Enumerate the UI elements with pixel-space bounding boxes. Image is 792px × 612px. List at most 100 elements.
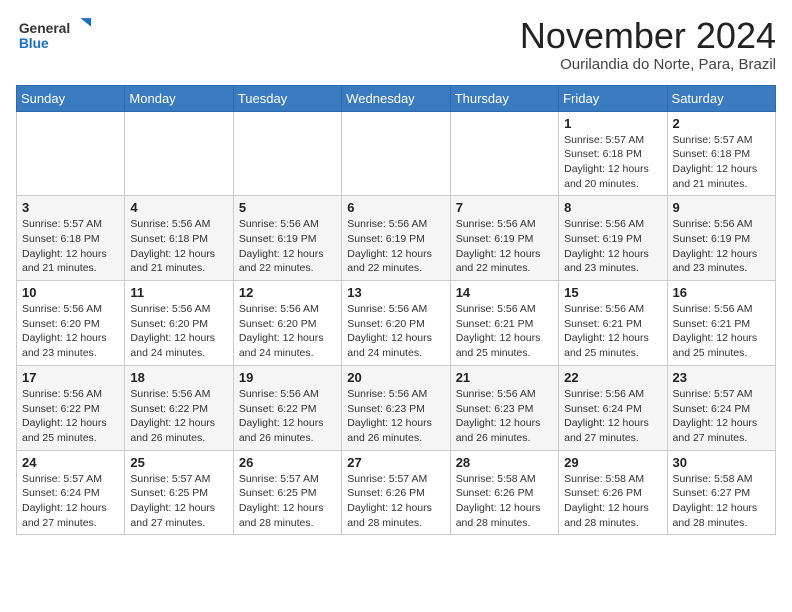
weekday-header: Tuesday — [233, 85, 341, 111]
page-header: General Blue November 2024 Ourilandia do… — [16, 16, 776, 73]
calendar-week-row: 3Sunrise: 5:57 AM Sunset: 6:18 PM Daylig… — [17, 196, 776, 281]
calendar-cell — [233, 111, 341, 196]
location: Ourilandia do Norte, Para, Brazil — [520, 56, 776, 73]
calendar-cell: 14 Sunrise: 5:56 AM Sunset: 6:21 PM Dayli… — [450, 281, 558, 366]
day-info: Sunrise: 5:58 AM Sunset: 6:26 PM Dayligh… — [456, 472, 553, 531]
calendar-cell — [17, 111, 125, 196]
day-info: Sunrise: 5:57 AM Sunset: 6:24 PM Dayligh… — [673, 387, 770, 446]
day-number: 29 — [564, 455, 661, 470]
day-number: 2 — [673, 116, 770, 131]
logo-icon: General Blue — [16, 16, 96, 50]
day-number: 28 — [456, 455, 553, 470]
day-number: 16 — [673, 285, 770, 300]
month-title: November 2024 — [520, 16, 776, 56]
day-number: 26 — [239, 455, 336, 470]
calendar: SundayMondayTuesdayWednesdayThursdayFrid… — [16, 85, 776, 536]
calendar-cell: 10 Sunrise: 5:56 AM Sunset: 6:20 PM Dayli… — [17, 281, 125, 366]
title-block: November 2024 Ourilandia do Norte, Para,… — [520, 16, 776, 73]
day-number: 12 — [239, 285, 336, 300]
day-info: Sunrise: 5:57 AM Sunset: 6:25 PM Dayligh… — [239, 472, 336, 531]
calendar-cell: 12 Sunrise: 5:56 AM Sunset: 6:20 PM Dayli… — [233, 281, 341, 366]
calendar-cell: 27Sunrise: 5:57 AM Sunset: 6:26 PM Dayli… — [342, 450, 450, 535]
weekday-header: Friday — [559, 85, 667, 111]
day-number: 20 — [347, 370, 444, 385]
weekday-header: Saturday — [667, 85, 775, 111]
day-number: 8 — [564, 200, 661, 215]
calendar-cell: 15 Sunrise: 5:56 AM Sunset: 6:21 PM Dayli… — [559, 281, 667, 366]
day-info: Sunrise: 5:56 AM Sunset: 6:24 PM Dayligh… — [564, 387, 661, 446]
day-info: Sunrise: 5:56 AM Sunset: 6:23 PM Dayligh… — [347, 387, 444, 446]
day-number: 11 — [130, 285, 227, 300]
calendar-week-row: 17 Sunrise: 5:56 AM Sunset: 6:22 PM Dayli… — [17, 365, 776, 450]
day-number: 15 — [564, 285, 661, 300]
day-info: Sunrise: 5:56 AM Sunset: 6:21 PM Dayligh… — [673, 302, 770, 361]
calendar-cell: 22Sunrise: 5:56 AM Sunset: 6:24 PM Dayli… — [559, 365, 667, 450]
day-number: 9 — [673, 200, 770, 215]
calendar-cell: 21Sunrise: 5:56 AM Sunset: 6:23 PM Dayli… — [450, 365, 558, 450]
calendar-cell: 19Sunrise: 5:56 AM Sunset: 6:22 PM Dayli… — [233, 365, 341, 450]
calendar-cell: 1Sunrise: 5:57 AM Sunset: 6:18 PM Daylig… — [559, 111, 667, 196]
day-info: Sunrise: 5:56 AM Sunset: 6:20 PM Dayligh… — [347, 302, 444, 361]
day-number: 27 — [347, 455, 444, 470]
calendar-cell: 8 Sunrise: 5:56 AM Sunset: 6:19 PM Daylig… — [559, 196, 667, 281]
calendar-week-row: 24 Sunrise: 5:57 AM Sunset: 6:24 PM Dayli… — [17, 450, 776, 535]
day-info: Sunrise: 5:56 AM Sunset: 6:19 PM Dayligh… — [564, 217, 661, 276]
calendar-cell: 23 Sunrise: 5:57 AM Sunset: 6:24 PM Dayli… — [667, 365, 775, 450]
calendar-cell: 18Sunrise: 5:56 AM Sunset: 6:22 PM Dayli… — [125, 365, 233, 450]
logo: General Blue — [16, 16, 98, 50]
day-info: Sunrise: 5:57 AM Sunset: 6:24 PM Dayligh… — [22, 472, 119, 531]
weekday-header-row: SundayMondayTuesdayWednesdayThursdayFrid… — [17, 85, 776, 111]
calendar-cell — [342, 111, 450, 196]
weekday-header: Monday — [125, 85, 233, 111]
calendar-cell: 16 Sunrise: 5:56 AM Sunset: 6:21 PM Dayli… — [667, 281, 775, 366]
day-info: Sunrise: 5:58 AM Sunset: 6:27 PM Dayligh… — [673, 472, 770, 531]
calendar-cell: 5 Sunrise: 5:56 AM Sunset: 6:19 PM Daylig… — [233, 196, 341, 281]
day-info: Sunrise: 5:57 AM Sunset: 6:18 PM Dayligh… — [564, 133, 661, 192]
day-number: 17 — [22, 370, 119, 385]
day-number: 23 — [673, 370, 770, 385]
weekday-header: Thursday — [450, 85, 558, 111]
calendar-cell: 7Sunrise: 5:56 AM Sunset: 6:19 PM Daylig… — [450, 196, 558, 281]
svg-text:Blue: Blue — [19, 35, 49, 50]
day-info: Sunrise: 5:56 AM Sunset: 6:20 PM Dayligh… — [239, 302, 336, 361]
calendar-cell: 29Sunrise: 5:58 AM Sunset: 6:26 PM Dayli… — [559, 450, 667, 535]
day-info: Sunrise: 5:56 AM Sunset: 6:22 PM Dayligh… — [22, 387, 119, 446]
day-number: 24 — [22, 455, 119, 470]
day-number: 19 — [239, 370, 336, 385]
calendar-cell: 20 Sunrise: 5:56 AM Sunset: 6:23 PM Dayli… — [342, 365, 450, 450]
day-number: 6 — [347, 200, 444, 215]
calendar-cell: 11Sunrise: 5:56 AM Sunset: 6:20 PM Dayli… — [125, 281, 233, 366]
calendar-cell — [450, 111, 558, 196]
weekday-header: Wednesday — [342, 85, 450, 111]
svg-text:General: General — [19, 20, 70, 36]
calendar-cell: 6 Sunrise: 5:56 AM Sunset: 6:19 PM Daylig… — [342, 196, 450, 281]
calendar-cell: 25Sunrise: 5:57 AM Sunset: 6:25 PM Dayli… — [125, 450, 233, 535]
day-number: 13 — [347, 285, 444, 300]
day-number: 10 — [22, 285, 119, 300]
day-info: Sunrise: 5:56 AM Sunset: 6:19 PM Dayligh… — [239, 217, 336, 276]
day-info: Sunrise: 5:57 AM Sunset: 6:18 PM Dayligh… — [22, 217, 119, 276]
day-number: 14 — [456, 285, 553, 300]
calendar-cell: 3Sunrise: 5:57 AM Sunset: 6:18 PM Daylig… — [17, 196, 125, 281]
day-info: Sunrise: 5:56 AM Sunset: 6:19 PM Dayligh… — [347, 217, 444, 276]
day-number: 4 — [130, 200, 227, 215]
weekday-header: Sunday — [17, 85, 125, 111]
day-info: Sunrise: 5:56 AM Sunset: 6:23 PM Dayligh… — [456, 387, 553, 446]
day-number: 30 — [673, 455, 770, 470]
calendar-cell: 2 Sunrise: 5:57 AM Sunset: 6:18 PM Daylig… — [667, 111, 775, 196]
day-info: Sunrise: 5:56 AM Sunset: 6:21 PM Dayligh… — [456, 302, 553, 361]
day-info: Sunrise: 5:56 AM Sunset: 6:19 PM Dayligh… — [673, 217, 770, 276]
day-info: Sunrise: 5:56 AM Sunset: 6:20 PM Dayligh… — [22, 302, 119, 361]
day-info: Sunrise: 5:56 AM Sunset: 6:22 PM Dayligh… — [130, 387, 227, 446]
calendar-cell: 28 Sunrise: 5:58 AM Sunset: 6:26 PM Dayli… — [450, 450, 558, 535]
calendar-cell: 9 Sunrise: 5:56 AM Sunset: 6:19 PM Daylig… — [667, 196, 775, 281]
day-info: Sunrise: 5:56 AM Sunset: 6:18 PM Dayligh… — [130, 217, 227, 276]
calendar-week-row: 1Sunrise: 5:57 AM Sunset: 6:18 PM Daylig… — [17, 111, 776, 196]
day-info: Sunrise: 5:57 AM Sunset: 6:18 PM Dayligh… — [673, 133, 770, 192]
day-number: 5 — [239, 200, 336, 215]
calendar-cell: 17 Sunrise: 5:56 AM Sunset: 6:22 PM Dayli… — [17, 365, 125, 450]
calendar-cell: 24 Sunrise: 5:57 AM Sunset: 6:24 PM Dayli… — [17, 450, 125, 535]
day-number: 7 — [456, 200, 553, 215]
calendar-cell — [125, 111, 233, 196]
day-info: Sunrise: 5:56 AM Sunset: 6:21 PM Dayligh… — [564, 302, 661, 361]
